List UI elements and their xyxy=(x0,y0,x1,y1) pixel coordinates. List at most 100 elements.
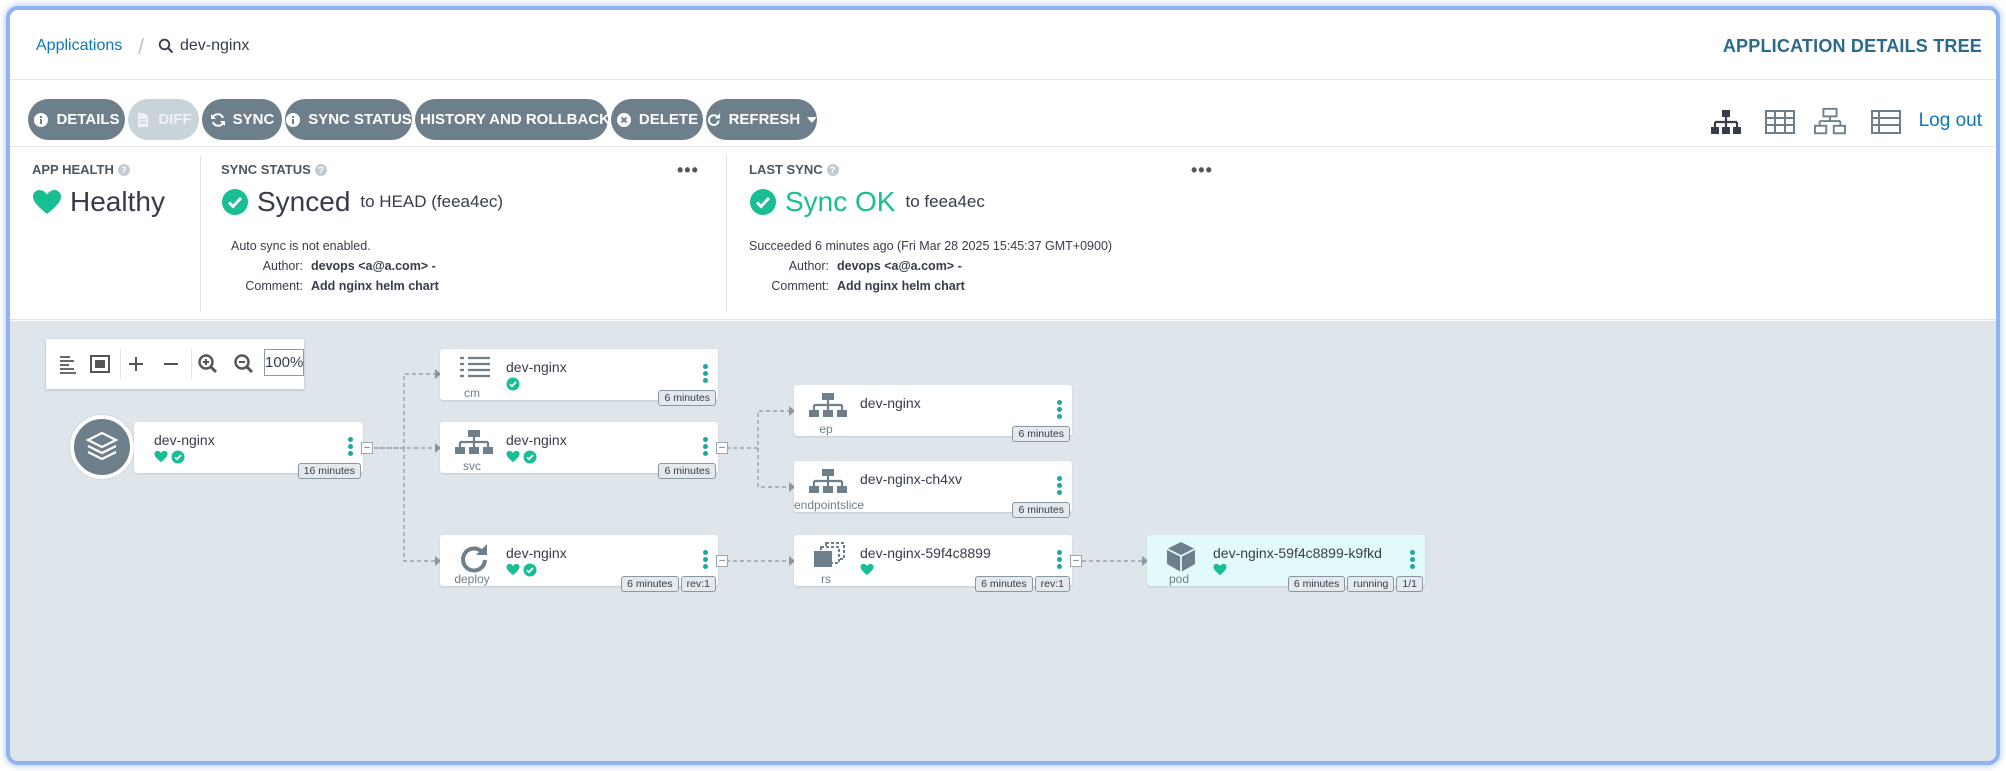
endpoints-node[interactable]: ep dev-nginx 6 minutes xyxy=(794,385,1072,442)
sync-button-label: SYNC xyxy=(232,111,275,128)
check-circle-icon xyxy=(171,450,185,464)
refresh-button[interactable]: REFRESH xyxy=(706,99,817,140)
sync-status-button[interactable]: SYNC STATUS xyxy=(285,99,412,140)
heart-icon xyxy=(33,190,61,214)
age-tag: 6 minutes xyxy=(1287,576,1346,592)
logout-link[interactable]: Log out xyxy=(1919,110,1982,132)
node-menu-icon[interactable] xyxy=(345,437,355,459)
refresh-button-label: REFRESH xyxy=(728,111,801,128)
replicaset-node[interactable]: rs dev-nginx-59f4c8899 6 minutes rev:1 xyxy=(794,535,1072,592)
history-rollback-button-label: HISTORY AND ROLLBACK xyxy=(420,111,611,128)
age-tag: 6 minutes xyxy=(621,576,679,592)
collapse-toggle[interactable]: – xyxy=(716,555,728,567)
node-tags: 6 minutes xyxy=(658,463,716,479)
collapse-toggle[interactable]: – xyxy=(361,442,373,454)
heart-icon xyxy=(1213,563,1227,576)
service-node[interactable]: svc dev-nginx 6 minutes xyxy=(440,422,718,479)
endpointslice-node[interactable]: endpointslice dev-nginx-ch4xv 6 minutes xyxy=(794,461,1072,518)
help-icon[interactable]: ? xyxy=(117,164,130,176)
status-panel: APP HEALTH? Healthy SYNC STATUS? ••• Syn… xyxy=(10,148,1996,320)
deployment-node[interactable]: deploy dev-nginx 6 minutes rev:1 xyxy=(440,535,718,592)
endpointslice-icon xyxy=(809,469,847,493)
endpoints-icon xyxy=(809,393,847,417)
delete-button[interactable]: DELETE xyxy=(611,99,703,140)
heart-icon xyxy=(860,563,874,576)
comment-value: Add nginx helm chart xyxy=(311,279,439,293)
node-tags: 6 minutes xyxy=(1012,502,1070,518)
heart-icon xyxy=(506,450,520,463)
revision-tag: rev:1 xyxy=(1034,576,1070,592)
node-kind: rs xyxy=(821,572,831,586)
author-label: Author: xyxy=(262,259,303,273)
resource-tree-canvas[interactable]: 100% dev-nginx 16 minutes – cm dev-nginx… xyxy=(10,321,1996,761)
last-sync-author-row: Author: devops <a@a.com> - xyxy=(749,259,962,273)
last-sync-target: to feea4ec xyxy=(905,192,985,211)
configmap-node[interactable]: cm dev-nginx 6 minutes xyxy=(440,349,718,406)
author-value: devops <a@a.com> - xyxy=(311,259,436,273)
node-menu-icon[interactable] xyxy=(1054,476,1064,498)
node-name: dev-nginx xyxy=(154,432,215,448)
collapse-toggle[interactable]: – xyxy=(716,442,728,454)
breadcrumb-applications-link[interactable]: Applications xyxy=(36,37,122,55)
node-menu-icon[interactable] xyxy=(1054,400,1064,422)
node-menu-icon[interactable] xyxy=(700,364,710,386)
diff-button-label: DIFF xyxy=(158,111,192,128)
breadcrumb-separator: / xyxy=(138,34,145,59)
top-bar: Applications / dev-nginx APPLICATION DET… xyxy=(10,10,1996,80)
sync-comment-row: Comment: Add nginx helm chart xyxy=(231,279,439,293)
node-name: dev-nginx-59f4c8899 xyxy=(860,545,991,561)
diff-button[interactable]: DIFF xyxy=(128,99,199,140)
list-view-icon[interactable] xyxy=(1870,107,1902,137)
config-list-icon xyxy=(460,356,490,378)
application-node-icon[interactable] xyxy=(70,415,134,479)
application-node[interactable]: dev-nginx 16 minutes xyxy=(134,422,363,479)
node-name: dev-nginx-59f4c8899-k9fkd xyxy=(1213,545,1382,561)
app-health-section: APP HEALTH? Healthy xyxy=(10,148,200,312)
tree-view-icon[interactable] xyxy=(1710,107,1742,137)
details-button[interactable]: DETAILS xyxy=(28,99,125,140)
sync-status-status: Synced to HEAD (feea4ec) xyxy=(221,186,503,218)
copy-icon xyxy=(814,542,845,567)
delete-button-label: DELETE xyxy=(638,111,699,128)
auto-sync-note: Auto sync is not enabled. xyxy=(231,239,371,253)
node-status xyxy=(506,377,520,391)
heart-icon xyxy=(506,563,520,576)
sync-status-target: to HEAD (feea4ec) xyxy=(360,192,504,211)
node-kind: ep xyxy=(819,422,833,436)
node-tags: 6 minutes rev:1 xyxy=(621,576,716,592)
search-icon[interactable] xyxy=(158,38,174,59)
network-icon xyxy=(455,430,493,454)
collapse-toggle[interactable]: – xyxy=(1070,555,1082,567)
node-menu-icon[interactable] xyxy=(1407,550,1417,572)
app-health-title-text: APP HEALTH xyxy=(32,162,114,177)
node-status xyxy=(506,450,537,464)
node-menu-icon[interactable] xyxy=(700,550,710,572)
node-menu-icon[interactable] xyxy=(700,437,710,459)
pods-grid-view-icon[interactable] xyxy=(1764,107,1796,137)
sync-status-more-icon[interactable]: ••• xyxy=(677,160,699,181)
node-name: dev-nginx xyxy=(506,545,567,561)
age-tag: 6 minutes xyxy=(1012,426,1070,442)
check-circle-icon xyxy=(523,450,537,464)
layers-icon xyxy=(85,431,119,461)
page-title: APPLICATION DETAILS TREE xyxy=(1722,36,1982,56)
node-kind: svc xyxy=(463,459,481,473)
age-tag: 6 minutes xyxy=(658,463,716,479)
history-rollback-button[interactable]: HISTORY AND ROLLBACK xyxy=(415,99,611,140)
last-sync-title-text: LAST SYNC xyxy=(749,162,823,177)
last-sync-more-icon[interactable]: ••• xyxy=(1191,160,1213,181)
app-health-status: Healthy xyxy=(32,186,165,218)
pod-node[interactable]: pod dev-nginx-59f4c8899-k9fkd 6 minutes … xyxy=(1147,535,1425,592)
help-icon[interactable]: ? xyxy=(826,164,839,176)
age-tag: 6 minutes xyxy=(975,576,1033,592)
sync-icon xyxy=(210,112,225,127)
node-kind: pod xyxy=(1168,572,1190,586)
network-view-icon[interactable] xyxy=(1814,107,1846,137)
node-status xyxy=(860,563,874,576)
help-icon[interactable]: ? xyxy=(314,164,327,176)
age-tag: 16 minutes xyxy=(297,463,361,479)
last-sync-status: Sync OK to feea4ec xyxy=(749,186,985,218)
node-menu-icon[interactable] xyxy=(1054,550,1064,572)
check-circle-icon xyxy=(506,377,520,391)
sync-button[interactable]: SYNC xyxy=(202,99,282,140)
